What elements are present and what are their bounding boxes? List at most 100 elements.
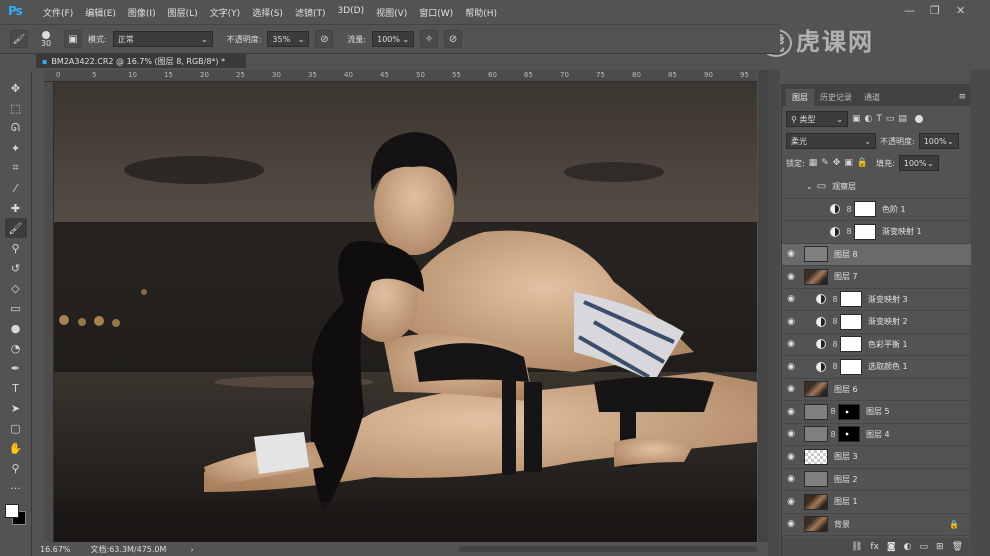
menu-item[interactable]: 滤镜(T)	[289, 6, 332, 19]
menu-item[interactable]: 窗口(W)	[413, 6, 459, 19]
layer-row[interactable]: ◉ 图层 1	[782, 491, 971, 514]
delete-layer-icon[interactable]: 🗑	[952, 542, 963, 552]
layer-thumbnail[interactable]	[804, 471, 828, 488]
lasso-tool-icon[interactable]: ᘏ	[5, 118, 27, 138]
layer-thumbnail[interactable]	[804, 403, 828, 420]
filter-kind-select[interactable]: ⚲ 类型 ⌄	[786, 111, 848, 127]
vertical-scrollbar[interactable]	[758, 70, 768, 542]
close-icon[interactable]: ✕	[956, 4, 965, 17]
pen-tool-icon[interactable]: ✒	[5, 358, 27, 378]
filter-shape-icon[interactable]: ▭	[886, 114, 895, 124]
visibility-eye-icon[interactable]: ◉	[782, 227, 800, 237]
visibility-eye-icon[interactable]: ◉	[782, 452, 800, 462]
link-layers-icon[interactable]: ⛓	[851, 542, 862, 552]
status-arrow-icon[interactable]: ›	[190, 545, 193, 554]
brush-tool-icon[interactable]: 🖌	[10, 30, 28, 48]
brush-tool-icon[interactable]: 🖌	[4, 218, 27, 238]
menu-item[interactable]: 视图(V)	[370, 6, 413, 19]
visibility-eye-icon[interactable]: ◉	[782, 339, 800, 349]
pressure-size-icon[interactable]: ⊘	[444, 30, 463, 48]
layer-row[interactable]: ◉ 8 图层 5	[782, 401, 971, 424]
zoom-level[interactable]: 16.67%	[40, 545, 71, 554]
healing-brush-tool-icon[interactable]: ✚	[5, 198, 27, 218]
lock-position-icon[interactable]: ✥	[833, 158, 841, 168]
visibility-eye-icon[interactable]: ◉	[782, 204, 800, 214]
layer-thumbnail[interactable]	[804, 268, 828, 285]
layer-row[interactable]: ◉ 8 选取颜色 1	[782, 356, 971, 379]
mask-link-icon[interactable]: 8	[844, 205, 854, 214]
group-expand-icon[interactable]: ⌄	[806, 182, 813, 191]
mask-link-icon[interactable]: 8	[828, 430, 838, 439]
visibility-eye-icon[interactable]: ◉	[782, 519, 800, 529]
more-tools-icon[interactable]: ···	[5, 478, 27, 498]
visibility-eye-icon[interactable]: ◉	[782, 362, 800, 372]
mask-link-icon[interactable]: 8	[844, 227, 854, 236]
mask-link-icon[interactable]: 8	[828, 407, 838, 416]
move-tool-icon[interactable]: ✥	[5, 78, 27, 98]
document-tab[interactable]: ▪ BM2A3422.CR2 @ 16.7% (图层 8, RGB/8*) *	[36, 54, 246, 68]
visibility-eye-icon[interactable]: ◉	[782, 407, 800, 417]
menu-item[interactable]: 文件(F)	[37, 6, 79, 19]
layer-mask-thumbnail[interactable]	[840, 336, 862, 353]
layer-mask-thumbnail[interactable]	[854, 201, 876, 218]
mask-link-icon[interactable]: 8	[830, 317, 840, 326]
visibility-eye-icon[interactable]: ◉	[782, 294, 800, 304]
eraser-tool-icon[interactable]: ◇	[5, 278, 27, 298]
brush-settings-icon[interactable]: ▣	[64, 30, 82, 48]
layer-mask-thumbnail[interactable]	[840, 358, 862, 375]
path-selection-tool-icon[interactable]: ➤	[5, 398, 27, 418]
filter-pixel-icon[interactable]: ▣	[852, 114, 861, 124]
marquee-tool-icon[interactable]: ⬚	[5, 98, 27, 118]
filter-toggle-icon[interactable]	[914, 115, 923, 123]
mask-link-icon[interactable]: 8	[830, 295, 840, 304]
menu-item[interactable]: 图像(I)	[122, 6, 162, 19]
layer-thumbnail[interactable]	[804, 246, 828, 263]
visibility-eye-icon[interactable]: ◉	[782, 384, 800, 394]
gradient-tool-icon[interactable]: ▭	[5, 298, 27, 318]
clone-stamp-tool-icon[interactable]: ⚲	[5, 238, 27, 258]
crop-tool-icon[interactable]: ⌗	[5, 158, 27, 178]
visibility-eye-icon[interactable]: ◉	[782, 429, 800, 439]
layer-row[interactable]: ◉ 图层 2	[782, 469, 971, 491]
layer-row[interactable]: ◉ 8 渐变映射 2	[782, 311, 971, 334]
flow-input[interactable]: 100% ⌄	[372, 31, 415, 47]
menu-item[interactable]: 文字(Y)	[204, 6, 247, 19]
pressure-opacity-icon[interactable]: ⊘	[315, 30, 334, 48]
layer-row[interactable]: ◉ 8 色阶 1	[782, 199, 971, 221]
visibility-eye-icon[interactable]: ◉	[782, 182, 800, 192]
layer-style-icon[interactable]: fx	[870, 542, 879, 552]
visibility-eye-icon[interactable]: ◉	[782, 497, 800, 507]
visibility-eye-icon[interactable]: ◉	[782, 249, 800, 259]
panel-tab[interactable]: 通道	[858, 89, 886, 106]
layer-thumbnail[interactable]	[804, 448, 828, 465]
layer-row[interactable]: ◉ 8 渐变映射 3	[782, 289, 971, 311]
filter-smart-object-icon[interactable]: ▤	[898, 114, 907, 124]
layer-row[interactable]: ◉ 图层 3	[782, 446, 971, 469]
visibility-eye-icon[interactable]: ◉	[782, 317, 800, 327]
foreground-color-swatch[interactable]	[5, 504, 19, 518]
panel-tab[interactable]: 图层	[786, 89, 814, 106]
visibility-eye-icon[interactable]: ◉	[782, 474, 800, 484]
layer-row[interactable]: ◉ 图层 7	[782, 266, 971, 289]
mask-link-icon[interactable]: 8	[830, 340, 840, 349]
minimize-icon[interactable]: —	[904, 4, 915, 17]
panel-menu-icon[interactable]: ≡	[954, 88, 970, 106]
layer-thumbnail[interactable]	[804, 516, 828, 533]
layer-opacity-input[interactable]: 100% ⌄	[918, 133, 959, 149]
layer-mask-thumbnail[interactable]	[840, 313, 862, 330]
blur-tool-icon[interactable]: ●	[5, 318, 27, 338]
type-tool-icon[interactable]: T	[5, 378, 27, 398]
new-adjustment-icon[interactable]: ◐	[904, 542, 912, 552]
add-mask-icon[interactable]: ◙	[887, 542, 896, 552]
menu-item[interactable]: 选择(S)	[246, 6, 289, 19]
layer-mask-thumbnail[interactable]	[854, 223, 876, 240]
layer-thumbnail[interactable]	[804, 381, 828, 398]
mask-link-icon[interactable]: 8	[830, 362, 840, 371]
layer-row[interactable]: ◉ 8 渐变映射 1	[782, 221, 971, 244]
lock-artboard-icon[interactable]: ▣	[844, 158, 853, 168]
brush-preset-picker[interactable]: 30	[34, 30, 58, 48]
layer-mask-thumbnail[interactable]	[838, 426, 860, 443]
layer-mask-thumbnail[interactable]	[838, 403, 860, 420]
horizontal-scrollbar[interactable]	[458, 546, 758, 552]
new-layer-icon[interactable]: ⊞	[936, 542, 944, 552]
